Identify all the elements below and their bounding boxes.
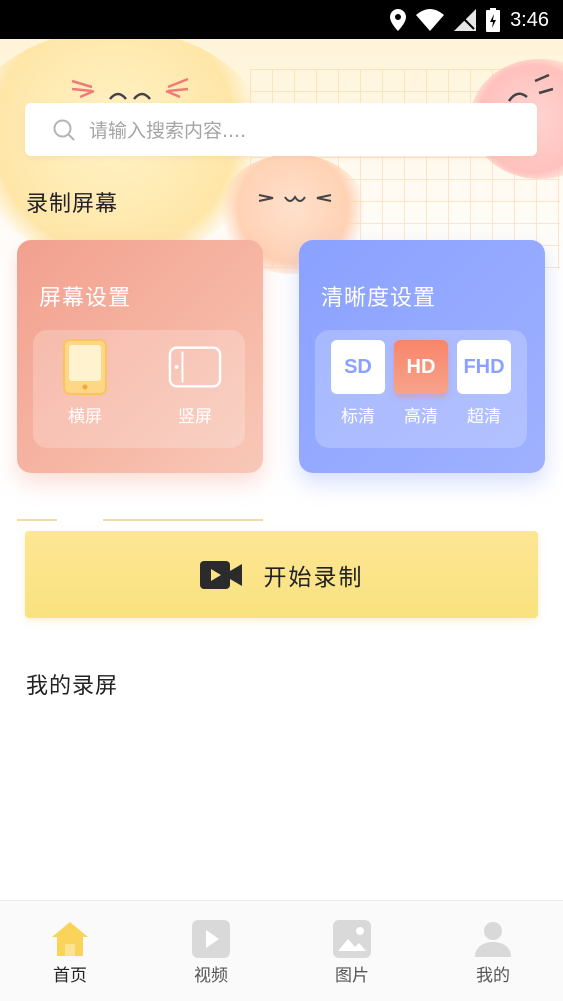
status-bar: 3:46 bbox=[0, 0, 563, 39]
quality-option-fhd[interactable]: FHD 超清 bbox=[457, 340, 511, 427]
nav-label: 图片 bbox=[335, 966, 369, 986]
video-camera-icon bbox=[199, 560, 242, 589]
image-icon bbox=[333, 920, 371, 958]
nav-item-video[interactable]: 视频 bbox=[161, 919, 261, 986]
bottom-navigation: 首页 视频 图片 我的 bbox=[0, 900, 563, 1001]
screen-settings-card: 屏幕设置 横屏 竖屏 bbox=[17, 240, 263, 473]
orientation-option-landscape[interactable]: 横屏 bbox=[55, 339, 115, 427]
quality-options: SD 标清 HD 高清 FHD 超清 bbox=[315, 330, 527, 448]
status-icons: 3:46 bbox=[390, 8, 549, 32]
nav-label: 我的 bbox=[476, 966, 510, 986]
face-expression-decoration bbox=[258, 194, 332, 202]
phone-portrait-icon bbox=[58, 339, 112, 395]
search-icon bbox=[53, 119, 75, 141]
quality-label: 标清 bbox=[341, 407, 375, 427]
nav-label: 视频 bbox=[194, 966, 228, 986]
orientation-label: 竖屏 bbox=[178, 407, 212, 427]
quality-badge: FHD bbox=[457, 340, 511, 394]
search-bar[interactable] bbox=[25, 103, 537, 158]
quality-label: 超清 bbox=[467, 407, 501, 427]
nav-item-home[interactable]: 首页 bbox=[20, 919, 120, 986]
quality-option-sd[interactable]: SD 标清 bbox=[331, 340, 385, 427]
quality-settings-title: 清晰度设置 bbox=[321, 286, 437, 311]
video-icon bbox=[192, 920, 230, 958]
section-title-record: 录制屏幕 bbox=[26, 192, 119, 217]
quality-badge: SD bbox=[331, 340, 385, 394]
nav-item-profile[interactable]: 我的 bbox=[443, 919, 543, 986]
divider bbox=[103, 519, 263, 521]
screen-settings-title: 屏幕设置 bbox=[39, 286, 132, 311]
section-title-my-recordings: 我的录屏 bbox=[26, 674, 119, 699]
start-record-button[interactable]: 开始录制 bbox=[25, 531, 538, 618]
quality-badge: HD bbox=[394, 340, 448, 394]
no-signal-icon bbox=[454, 9, 477, 31]
quality-option-hd[interactable]: HD 高清 bbox=[394, 340, 448, 427]
user-icon bbox=[475, 922, 511, 957]
orientation-options: 横屏 竖屏 bbox=[33, 330, 245, 448]
location-icon bbox=[390, 9, 407, 31]
wifi-icon bbox=[416, 9, 445, 31]
nav-item-images[interactable]: 图片 bbox=[302, 919, 402, 986]
battery-icon bbox=[486, 8, 501, 32]
quality-settings-card: 清晰度设置 SD 标清 HD 高清 FHD 超清 bbox=[299, 240, 545, 473]
status-time: 3:46 bbox=[510, 8, 549, 31]
quality-label: 高清 bbox=[404, 407, 438, 427]
search-input[interactable] bbox=[87, 103, 521, 158]
orientation-label: 横屏 bbox=[68, 407, 102, 427]
whiskers-decoration bbox=[71, 77, 189, 100]
orientation-option-portrait[interactable]: 竖屏 bbox=[162, 340, 228, 427]
phone-landscape-icon bbox=[168, 340, 222, 394]
start-record-label: 开始录制 bbox=[263, 564, 364, 591]
nav-label: 首页 bbox=[53, 966, 87, 986]
home-icon bbox=[52, 922, 88, 956]
divider bbox=[17, 519, 57, 521]
